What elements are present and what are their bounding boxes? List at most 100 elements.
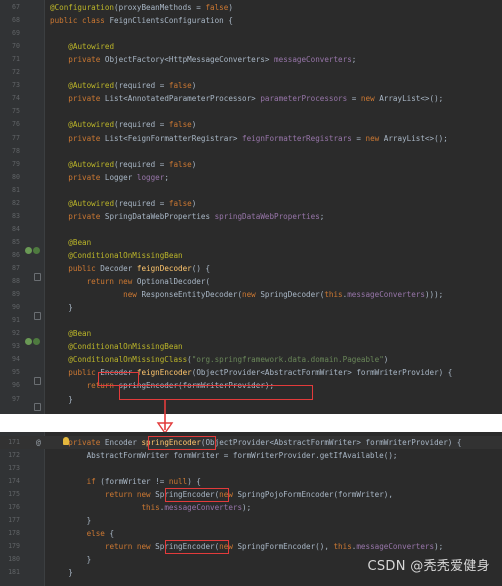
fold-marker-icon[interactable] xyxy=(34,312,41,320)
bean-gutter-icon[interactable] xyxy=(33,247,40,254)
code-line[interactable]: 179 return new SpringEncoder(new SpringF… xyxy=(0,540,502,553)
code-line[interactable]: 73 @Autowired(required = false) xyxy=(0,79,502,92)
code-editor-bottom-panel[interactable]: 171 private Encoder springEncoder(Object… xyxy=(0,432,502,586)
code-line[interactable]: 76 @Autowired(required = false) xyxy=(0,118,502,131)
code-text[interactable]: @Autowired(required = false) xyxy=(50,158,196,171)
code-text[interactable]: private Encoder springEncoder(ObjectProv… xyxy=(50,436,461,449)
code-line[interactable]: 81 xyxy=(0,184,502,197)
line-number: 171 xyxy=(8,438,20,446)
code-text[interactable]: } xyxy=(50,301,73,314)
code-text[interactable]: @Autowired(required = false) xyxy=(50,197,196,210)
highlight-encoder-return-type xyxy=(98,372,139,386)
bean-gutter-icon[interactable] xyxy=(25,247,32,254)
code-line[interactable]: 174 if (formWriter != null) { xyxy=(0,475,502,488)
line-number: 95 xyxy=(12,368,20,377)
code-text[interactable]: private SpringDataWebProperties springDa… xyxy=(50,210,324,223)
code-text[interactable]: @Autowired(required = false) xyxy=(50,118,196,131)
code-text[interactable]: this.messageConverters); xyxy=(50,501,251,514)
code-text[interactable]: @Bean xyxy=(50,236,91,249)
fold-marker-icon[interactable] xyxy=(34,273,41,281)
code-text[interactable]: return new OptionalDecoder( xyxy=(50,275,210,288)
line-number: 81 xyxy=(12,185,20,194)
code-line[interactable]: 172 AbstractFormWriter formWriter = form… xyxy=(0,449,502,462)
intention-bulb-icon[interactable] xyxy=(63,437,69,445)
code-line[interactable]: 173 xyxy=(0,462,502,475)
code-line[interactable]: 92 @Bean xyxy=(0,327,502,340)
code-text[interactable]: @Autowired xyxy=(50,40,114,53)
code-text[interactable]: @Configuration(proxyBeanMethods = false) xyxy=(50,1,233,14)
code-text[interactable]: private ObjectFactory<HttpMessageConvert… xyxy=(50,53,356,66)
code-line[interactable]: 70 @Autowired xyxy=(0,40,502,53)
code-line[interactable]: 67 @Configuration(proxyBeanMethods = fals… xyxy=(0,1,502,14)
line-number: 85 xyxy=(12,237,20,246)
code-text[interactable]: @Autowired(required = false) xyxy=(50,79,196,92)
line-number: 96 xyxy=(12,381,20,390)
code-text[interactable]: @ConditionalOnMissingClass("org.springfr… xyxy=(50,353,388,366)
line-number: 70 xyxy=(12,42,20,51)
code-text[interactable]: } xyxy=(50,566,73,579)
code-line[interactable]: 87 public Decoder feignDecoder() { xyxy=(0,262,502,275)
code-text[interactable]: new ResponseEntityDecoder(new SpringDeco… xyxy=(50,288,443,301)
bean-gutter-icon[interactable] xyxy=(25,338,32,345)
code-text[interactable]: } xyxy=(50,514,92,527)
code-line[interactable]: 71 private ObjectFactory<HttpMessageConv… xyxy=(0,53,502,66)
highlight-springencoder-call xyxy=(119,385,313,400)
code-line[interactable]: 68 public class FeignClientsConfiguration… xyxy=(0,14,502,27)
line-number: 87 xyxy=(12,264,20,272)
code-line[interactable]: 91 xyxy=(0,314,502,327)
code-line[interactable]: 176 this.messageConverters); xyxy=(0,501,502,514)
code-text[interactable]: private List<AnnotatedParameterProcessor… xyxy=(50,92,443,105)
code-line[interactable]: 78 xyxy=(0,145,502,158)
code-line[interactable]: 74 private List<AnnotatedParameterProces… xyxy=(0,92,502,105)
code-line[interactable]: 175 return new SpringEncoder(new SpringP… xyxy=(0,488,502,501)
code-editor-top-panel[interactable]: 67 @Configuration(proxyBeanMethods = fals… xyxy=(0,0,502,414)
code-text[interactable]: @ConditionalOnMissingBean xyxy=(50,340,182,353)
line-number: 75 xyxy=(12,107,20,116)
code-text[interactable]: } xyxy=(50,553,92,566)
line-number: 77 xyxy=(12,133,20,142)
code-text[interactable]: AbstractFormWriter formWriter = formWrit… xyxy=(50,449,398,462)
code-text[interactable]: else { xyxy=(50,527,114,540)
line-number: 93 xyxy=(12,342,20,351)
code-text[interactable]: private Logger logger; xyxy=(50,171,169,184)
fold-marker-icon[interactable] xyxy=(34,403,41,411)
fold-marker-icon[interactable] xyxy=(34,377,41,385)
code-text[interactable]: public class FeignClientsConfiguration { xyxy=(50,14,233,27)
code-text[interactable]: } xyxy=(50,393,73,406)
code-line[interactable]: 89 new ResponseEntityDecoder(new SpringD… xyxy=(0,288,502,301)
code-line[interactable]: 82 @Autowired(required = false) xyxy=(0,197,502,210)
code-text[interactable]: public Decoder feignDecoder() { xyxy=(50,262,210,275)
code-line[interactable]: 95 public Encoder feignEncoder(ObjectPro… xyxy=(0,366,502,379)
bean-gutter-icon[interactable] xyxy=(33,338,40,345)
override-marker-icon[interactable]: @ xyxy=(36,437,41,448)
highlight-springencoder-definition xyxy=(148,436,216,450)
code-text[interactable]: @ConditionalOnMissingBean xyxy=(50,249,182,262)
code-line[interactable]: 84 xyxy=(0,223,502,236)
code-line[interactable]: 69 xyxy=(0,27,502,40)
code-line[interactable]: 80 private Logger logger; xyxy=(0,171,502,184)
line-number: 94 xyxy=(12,355,20,364)
code-text[interactable]: return new SpringEncoder(new SpringFormE… xyxy=(50,540,443,553)
code-line[interactable]: 93 @ConditionalOnMissingBean xyxy=(0,340,502,353)
code-text[interactable]: private List<FeignFormatterRegistrar> fe… xyxy=(50,132,448,145)
code-line[interactable]: 79 @Autowired(required = false) xyxy=(0,158,502,171)
line-number: 92 xyxy=(12,329,20,338)
code-line[interactable]: 171 private Encoder springEncoder(Object… xyxy=(0,436,502,449)
code-line[interactable]: 75 xyxy=(0,105,502,118)
code-line[interactable]: 90 } xyxy=(0,301,502,314)
code-text[interactable]: @Bean xyxy=(50,327,91,340)
code-line[interactable]: 88 return new OptionalDecoder( xyxy=(0,275,502,288)
code-line[interactable]: 72 xyxy=(0,66,502,79)
code-text[interactable]: if (formWriter != null) { xyxy=(50,475,201,488)
code-line[interactable]: 86 @ConditionalOnMissingBean xyxy=(0,249,502,262)
code-line[interactable]: 177 } xyxy=(0,514,502,527)
line-number: 83 xyxy=(12,211,20,220)
code-line[interactable]: 85 @Bean xyxy=(0,236,502,249)
code-line[interactable]: 94 @ConditionalOnMissingClass("org.sprin… xyxy=(0,353,502,366)
line-number: 84 xyxy=(12,224,20,233)
code-line[interactable]: 178 else { xyxy=(0,527,502,540)
code-line[interactable]: 77 private List<FeignFormatterRegistrar>… xyxy=(0,132,502,145)
line-number: 67 xyxy=(12,3,20,11)
line-number: 69 xyxy=(12,29,20,38)
code-line[interactable]: 83 private SpringDataWebProperties sprin… xyxy=(0,210,502,223)
